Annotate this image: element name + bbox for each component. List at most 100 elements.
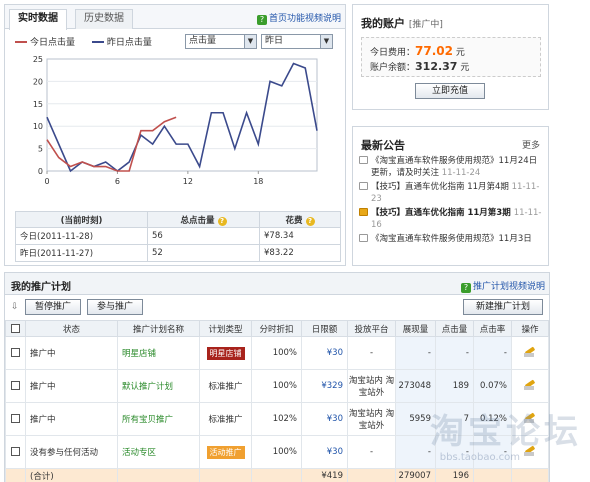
chevron-down-icon: ▼ [244, 35, 256, 48]
row-status: 没有参与任何活动 [25, 435, 118, 469]
help-icon[interactable]: ? [217, 216, 227, 226]
row-platform: 淘宝站内 淘宝站外 [347, 402, 396, 436]
select-all-cell [5, 320, 26, 337]
total-label: (合计) [25, 468, 118, 482]
row-platform: 淘宝站内 淘宝站外 [347, 369, 396, 403]
row-checkbox[interactable] [11, 414, 20, 423]
plan-video-help-link[interactable]: ? 推广计划视频说明 [460, 279, 545, 293]
row-limit[interactable]: ¥30 [301, 402, 348, 436]
y-tick-label: 0 [38, 167, 43, 176]
stats-table: (当前时刻) 总点击量? 花费? 今日(2011-11-28) 56 ¥78.3… [15, 211, 341, 262]
row-name-cell: 活动专区 [117, 435, 200, 469]
chart-legend: 今日点击量 昨日点击量 [15, 35, 166, 48]
row-status: 推广中 [25, 402, 118, 436]
x-tick-label: 18 [253, 177, 263, 185]
legend-yesterday: 昨日点击量 [91, 35, 152, 48]
row-limit[interactable]: ¥329 [301, 369, 348, 403]
plan-name-link[interactable]: 明星店铺 [122, 349, 156, 359]
edit-icon[interactable] [523, 379, 537, 391]
notice-item[interactable]: 【技巧】直通车优化指南 11月第4期 11-11-23 [359, 181, 545, 205]
edit-icon[interactable] [523, 346, 537, 358]
tab-history[interactable]: 历史数据 [75, 9, 133, 29]
plan-help-label: 推广计划视频说明 [472, 282, 545, 292]
stats-clicks: 52 [147, 244, 260, 262]
realtime-panel: 实时数据 历史数据 ? 首页功能视频说明 今日点击量 昨日点击量 点击量 ▼ 昨日… [4, 4, 346, 266]
stats-header-time: (当前时刻) [15, 211, 148, 228]
x-tick-label: 6 [115, 177, 120, 185]
row-platform: - [347, 435, 396, 469]
table-row: 推广中 明星店铺 明星店铺 100% ¥30 - - - - [5, 336, 549, 370]
y-tick-label: 15 [33, 100, 43, 109]
row-checkbox[interactable] [11, 447, 20, 456]
total-spacer [473, 468, 512, 482]
homepage-video-help-link[interactable]: ? 首页功能视频说明 [256, 11, 341, 25]
row-discount: 100% [251, 435, 302, 469]
row-name-cell: 默认推广计划 [117, 369, 200, 403]
pause-promotion-button[interactable]: 暂停推广 [25, 299, 81, 315]
row-type-cell: 明星店铺 [199, 336, 252, 370]
table-row: 没有参与任何活动 活动专区 活动推广 100% ¥30 - - - - [5, 435, 549, 469]
plan-type-badge: 明星店铺 [206, 346, 245, 360]
row-limit[interactable]: ¥30 [301, 435, 348, 469]
yesterday-series-line [46, 62, 318, 173]
row-checkbox[interactable] [11, 348, 20, 357]
row-checkbox-cell [5, 336, 26, 370]
table-row: 推广中 默认推广计划 标准推广 100% ¥329 淘宝站内 淘宝站外 2730… [5, 369, 549, 403]
x-tick-label: 12 [183, 177, 193, 185]
col-impressions: 展现量 [395, 320, 436, 337]
help-icon[interactable]: ? [305, 216, 315, 226]
notices-more-link[interactable]: 更多 [522, 138, 540, 151]
total-spacer [347, 468, 396, 482]
plan-name-link[interactable]: 所有宝贝推广 [122, 415, 173, 425]
row-type: 标准推广 [199, 369, 252, 403]
notice-item[interactable]: 《淘宝直通车软件服务使用规范》11月24日更新，请及时关注 11-11-24 [359, 155, 545, 179]
edit-icon[interactable] [523, 412, 537, 424]
table-row: 推广中 所有宝贝推广 标准推广 102% ¥30 淘宝站内 淘宝站外 5959 … [5, 402, 549, 436]
join-promotion-button[interactable]: 参与推广 [87, 299, 143, 315]
row-clicks: 189 [435, 369, 474, 403]
col-discount: 分时折扣 [251, 320, 302, 337]
today-cost-unit: 元 [455, 48, 465, 58]
metric-select[interactable]: 点击量 ▼ [185, 34, 257, 49]
stats-date: 昨日(2011-11-27) [15, 244, 148, 262]
stats-row: 昨日(2011-11-27) 52 ¥83.22 [15, 244, 341, 262]
row-discount: 100% [251, 369, 302, 403]
plan-name-link[interactable]: 活动专区 [122, 448, 156, 458]
compare-select[interactable]: 昨日 ▼ [261, 34, 333, 49]
total-impressions: 279007 [395, 468, 436, 482]
mail-icon [359, 208, 368, 216]
select-all-checkbox[interactable] [11, 323, 20, 333]
click-line-chart: 0 5 10 15 20 25 0 6 12 18 [33, 55, 318, 185]
recharge-button[interactable]: 立即充值 [415, 83, 485, 99]
x-tick-label: 0 [44, 177, 49, 185]
row-clicks: - [435, 336, 474, 370]
today-cost-label: 今日费用： [370, 48, 416, 58]
col-name: 推广计划名称 [117, 320, 200, 337]
stats-header-cost-label: 花费 [285, 215, 303, 226]
row-name-cell: 所有宝贝推广 [117, 402, 200, 436]
notice-item[interactable]: 《淘宝直通车软件服务使用规范》11月3日 [359, 233, 545, 245]
today-series-line [46, 116, 177, 172]
new-plan-button[interactable]: 新建推广计划 [463, 299, 543, 315]
plans-panel: 我的推广计划 ? 推广计划视频说明 ⇩ 暂停推广 参与推广 新建推广计划 状态 推… [4, 272, 550, 482]
total-limit: ¥419 [301, 468, 348, 482]
row-checkbox[interactable] [11, 381, 20, 390]
yesterday-swatch [91, 41, 104, 43]
notice-item[interactable]: 【技巧】直通车优化指南 11月第3期 11-11-16 [359, 207, 545, 231]
plot-frame [46, 58, 318, 172]
plans-header: 我的推广计划 ? 推广计划视频说明 [5, 273, 549, 295]
row-clicks: - [435, 435, 474, 469]
tab-realtime[interactable]: 实时数据 [9, 9, 67, 30]
stats-row: 今日(2011-11-28) 56 ¥78.34 [15, 227, 341, 245]
notices-title: 最新公告 [361, 139, 405, 152]
row-type-cell: 活动推广 [199, 435, 252, 469]
row-status: 推广中 [25, 369, 118, 403]
balance-row: 账户余额：312.37 元 [370, 60, 469, 73]
edit-icon[interactable] [523, 445, 537, 457]
metric-select-value: 点击量 [189, 36, 217, 46]
plans-table: 状态 推广计划名称 计划类型 分时折扣 日限额 投放平台 展现量 点击量 点击率… [5, 320, 549, 482]
row-ctr: 0.12% [473, 402, 512, 436]
plan-name-link[interactable]: 默认推广计划 [122, 382, 173, 392]
row-discount: 100% [251, 336, 302, 370]
row-limit[interactable]: ¥30 [301, 336, 348, 370]
